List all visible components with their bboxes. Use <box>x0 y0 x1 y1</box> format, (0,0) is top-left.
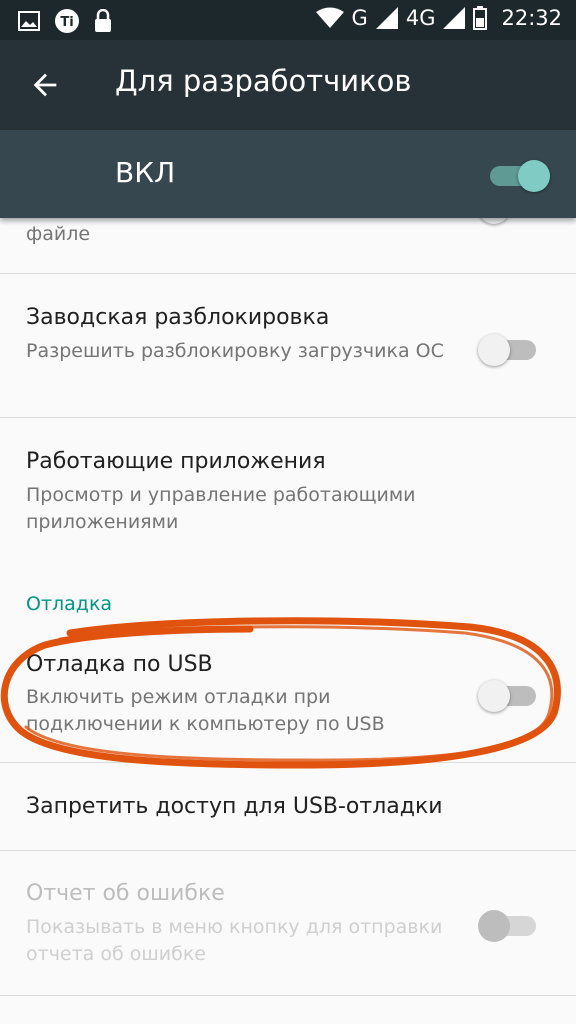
master-switch-label: ВКЛ <box>115 156 176 189</box>
item-summary: файле <box>26 223 91 245</box>
item-summary: Просмотр и управление работающими прилож… <box>26 484 416 533</box>
list-item[interactable]: файле <box>0 218 576 273</box>
toggle-switch[interactable] <box>478 218 536 226</box>
signal-icon <box>375 7 398 29</box>
toggle-thumb <box>478 334 510 366</box>
master-toggle[interactable] <box>490 154 550 194</box>
network-type-4g: 4G <box>405 6 436 30</box>
lock-icon <box>95 9 111 32</box>
usb-debugging-toggle[interactable] <box>478 674 536 714</box>
divider <box>0 995 576 996</box>
status-bar: Ti G 4G 22:32 <box>0 0 576 40</box>
list-item-oem-unlock[interactable]: Заводская разблокировка Разрешить разбло… <box>0 274 576 417</box>
item-title: Отчет об ошибке <box>26 881 225 906</box>
signal-icon <box>443 7 466 29</box>
item-summary: Разрешить разблокировку загрузчика ОС <box>26 340 444 362</box>
list-item-usb-debugging[interactable]: Отладка по USB Включить режим отладки пр… <box>0 638 576 762</box>
toggle-switch <box>478 904 536 944</box>
item-summary: Включить режим отладки при подключении к… <box>26 686 385 735</box>
page-title: Для разработчиков <box>115 64 412 98</box>
list-item-revoke-usb-auth[interactable]: Запретить доступ для USB-отладки <box>0 763 576 850</box>
ti-app-icon: Ti <box>55 9 79 33</box>
toggle-thumb <box>478 680 510 712</box>
toggle-switch[interactable] <box>478 328 536 368</box>
master-switch-bar[interactable]: ВКЛ <box>0 130 576 218</box>
item-title: Отладка по USB <box>26 652 213 677</box>
section-header-debugging: Отладка <box>26 593 113 615</box>
network-type-g: G <box>351 6 368 30</box>
wifi-icon <box>315 7 344 28</box>
toggle-thumb <box>478 218 510 224</box>
battery-icon <box>473 6 488 30</box>
app-toolbar: Для разработчиков <box>0 40 576 130</box>
settings-list[interactable]: файле Заводская разблокировка Разрешить … <box>0 218 576 1024</box>
image-icon <box>18 11 40 31</box>
list-item-running-apps[interactable]: Работающие приложения Просмотр и управле… <box>0 418 576 568</box>
item-title: Работающие приложения <box>26 449 326 474</box>
clock: 22:32 <box>501 6 562 30</box>
arrow-back-icon[interactable] <box>28 68 62 102</box>
toggle-thumb <box>518 160 550 192</box>
item-title: Заводская разблокировка <box>26 305 330 330</box>
toggle-thumb <box>478 910 510 942</box>
item-title: Запретить доступ для USB-отладки <box>26 794 443 819</box>
list-item-bug-report: Отчет об ошибке Показывать в меню кнопку… <box>0 851 576 995</box>
item-summary: Показывать в меню кнопку для отправки от… <box>26 916 443 965</box>
svg-text:Ti: Ti <box>60 15 73 30</box>
